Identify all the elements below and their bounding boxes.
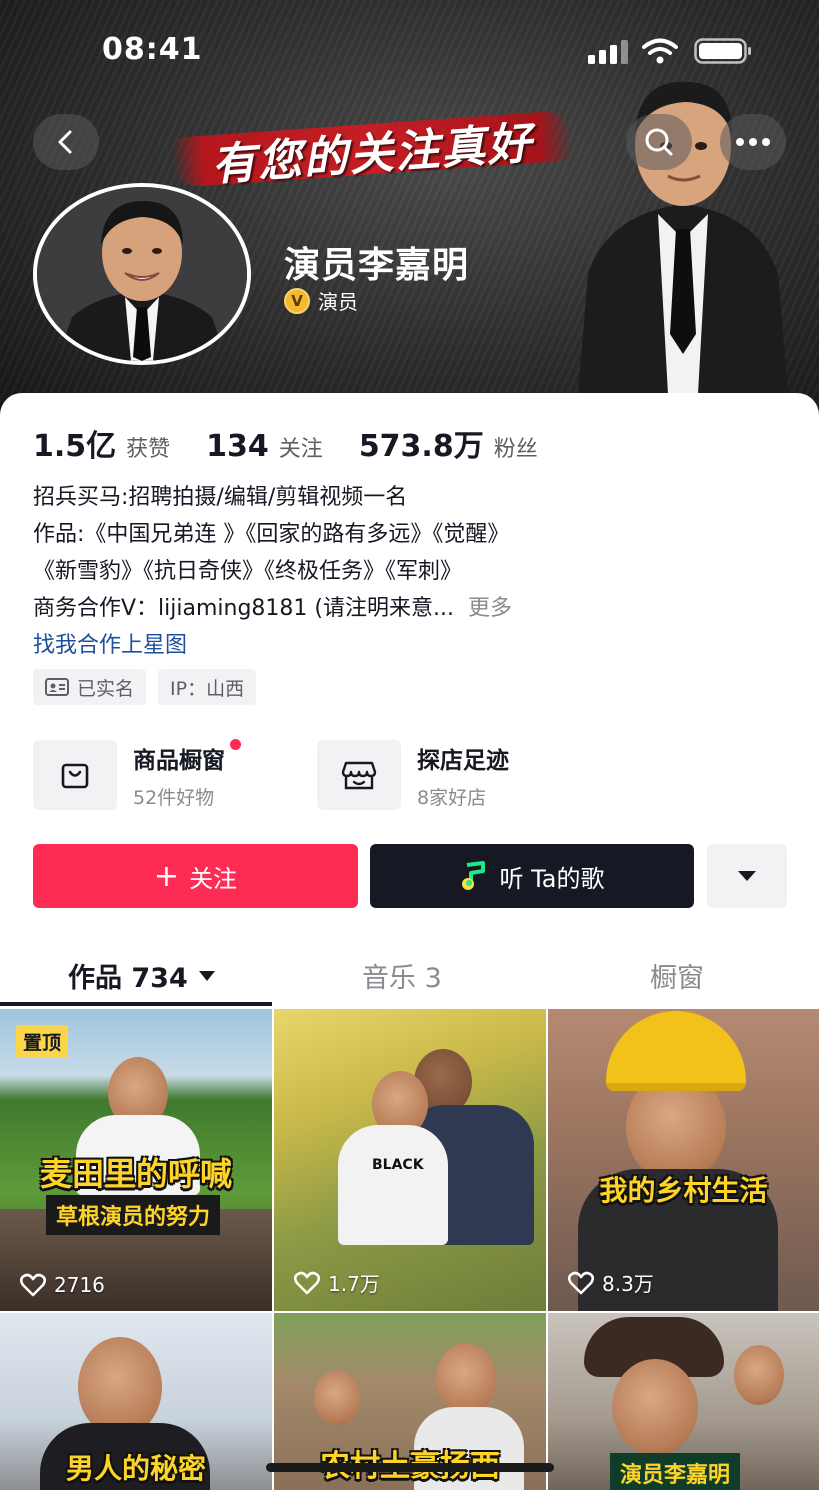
wifi-icon [642, 38, 678, 64]
following-label: 关注 [278, 437, 323, 462]
video-likes: 1.7万 [294, 1268, 380, 1297]
video-tile[interactable]: 男人的秘密 [0, 1313, 272, 1490]
likes-count[interactable]: 1.5亿 [33, 421, 116, 465]
avatar-image [37, 187, 247, 361]
ip-location-label: IP：山西 [170, 677, 245, 700]
showcase-entry[interactable]: 商品橱窗 52件好物 [33, 738, 317, 810]
likes-label: 获赞 [126, 437, 171, 462]
cellular-signal-icon [588, 40, 628, 64]
battery-icon [694, 38, 751, 64]
video-likes: 2716 [20, 1273, 105, 1297]
pinned-badge: 置顶 [16, 1025, 69, 1058]
active-tab-indicator [0, 1002, 272, 1006]
content-tabs: 作品 734 音乐 3 橱窗 [0, 946, 819, 1008]
video-caption: 男人的秘密 [65, 1452, 206, 1485]
heart-icon [294, 1271, 320, 1294]
store-visits-entry[interactable]: 探店足迹 8家好店 [317, 740, 601, 810]
video-subcaption: 草根演员的努力 [46, 1195, 221, 1235]
chevron-left-icon [58, 130, 72, 154]
verified-text: 演员 [318, 290, 358, 314]
bio-line: 作品:《中国兄弟连 》《回家的路有多远》《觉醒》 [33, 522, 510, 547]
shirt-print-text: BLACK [372, 1157, 424, 1173]
video-tile[interactable]: BLACK 1.7万 [274, 1009, 546, 1311]
video-person [436, 1343, 496, 1415]
listen-songs-button[interactable]: 听 Ta的歌 [370, 844, 694, 908]
video-person [314, 1371, 360, 1425]
video-likes: 8.3万 [568, 1268, 654, 1297]
bio-line: 《新雪豹》《抗日奇侠》《终极任务》《军刺》 [33, 559, 463, 584]
back-button[interactable] [33, 114, 99, 170]
video-caption: 我的乡村生活 [599, 1174, 768, 1207]
followers-count[interactable]: 573.8万 [359, 421, 484, 465]
tab-music[interactable]: 音乐 3 [362, 956, 442, 995]
profile-header: 08:41 有您的关注真好 演员李嘉明 V 演员 [0, 0, 819, 420]
caret-down-icon [738, 871, 756, 881]
real-name-tag: 已实名 [33, 669, 147, 705]
shop-entries: 商品橱窗 52件好物 探店足迹 8家好店 [33, 738, 601, 810]
star-map-link[interactable]: 找我合作上星图 [33, 627, 793, 664]
following-count[interactable]: 134 [206, 429, 269, 464]
ip-location-tag: IP：山西 [158, 669, 257, 705]
follow-label: 关注 [189, 864, 238, 893]
real-name-label: 已实名 [77, 677, 135, 700]
search-icon [645, 128, 673, 156]
avatar[interactable] [33, 183, 251, 365]
video-tile[interactable]: 我的乡村生活 8.3万 [548, 1009, 819, 1311]
profile-username: 演员李嘉明 [284, 245, 470, 286]
showcase-text: 商品橱窗 52件好物 [133, 738, 241, 810]
status-bar: 08:41 [0, 0, 819, 100]
verified-badge-icon: V [284, 287, 310, 314]
bio-line: 招兵买马:招聘拍摄/编辑/剪辑视频一名 [33, 485, 408, 510]
video-likes-count: 2716 [54, 1273, 105, 1297]
listen-songs-label: 听 Ta的歌 [499, 864, 605, 893]
shopping-bag-icon-box [33, 740, 117, 810]
showcase-title-text: 商品橱窗 [133, 747, 225, 774]
verified-label: V 演员 [284, 286, 358, 315]
video-likes-count: 8.3万 [602, 1272, 654, 1296]
music-note-icon [462, 861, 486, 890]
more-actions-dropdown[interactable] [707, 844, 787, 908]
home-indicator[interactable] [266, 1463, 554, 1472]
plus-icon: + [153, 858, 180, 894]
showcase-subtitle: 52件好物 [133, 786, 215, 809]
showcase-title: 商品橱窗 [133, 738, 241, 775]
store-visits-subtitle: 8家好店 [417, 786, 487, 809]
ellipsis-icon [736, 138, 770, 146]
profile-tags: 已实名 IP：山西 [33, 669, 257, 705]
bio-more-link[interactable]: 更多 [468, 596, 512, 621]
video-tile[interactable]: 演员李嘉明 [548, 1313, 819, 1490]
bio-line-last: 商务合作V：lijiaming8181 (请注明来意... 更多 [33, 590, 793, 627]
heart-icon [568, 1271, 594, 1294]
follow-button[interactable]: + 关注 [33, 844, 358, 908]
profile-stats: 1.5亿 获赞 134 关注 573.8万 粉丝 [33, 421, 574, 465]
video-person-shirt [338, 1125, 448, 1245]
followers-label: 粉丝 [493, 437, 538, 462]
video-caption: 演员李嘉明 [610, 1453, 741, 1490]
id-card-icon [45, 678, 69, 696]
video-person [78, 1337, 162, 1437]
notification-dot [230, 738, 241, 750]
video-tile[interactable]: 置顶 麦田里的呼喊 草根演员的努力 2716 [0, 1009, 272, 1311]
store-icon-box [317, 740, 401, 810]
store-icon [341, 761, 377, 790]
more-options-button[interactable] [720, 114, 786, 170]
action-buttons: + 关注 听 Ta的歌 [33, 844, 787, 908]
profile-bio: 招兵买马:招聘拍摄/编辑/剪辑视频一名 作品:《中国兄弟连 》《回家的路有多远》… [33, 479, 793, 664]
video-likes-count: 1.7万 [328, 1272, 380, 1296]
heart-icon [20, 1273, 46, 1297]
status-time: 08:41 [102, 32, 203, 67]
shopping-bag-icon [61, 763, 89, 789]
header-portrait-image [578, 81, 788, 394]
video-caption: 麦田里的呼喊 [39, 1155, 232, 1193]
store-visits-title: 探店足迹 [417, 747, 509, 774]
video-person [734, 1345, 784, 1405]
bio-line-text: 商务合作V：lijiaming8181 (请注明来意... [33, 596, 454, 621]
tab-showcase[interactable]: 橱窗 [650, 956, 704, 995]
caret-down-icon [198, 970, 215, 981]
store-visits-text: 探店足迹 8家好店 [417, 741, 509, 810]
tab-works-label: 作品 734 [68, 963, 188, 994]
tab-works[interactable]: 作品 734 [68, 956, 216, 995]
video-person [612, 1359, 698, 1455]
search-button[interactable] [626, 114, 692, 170]
